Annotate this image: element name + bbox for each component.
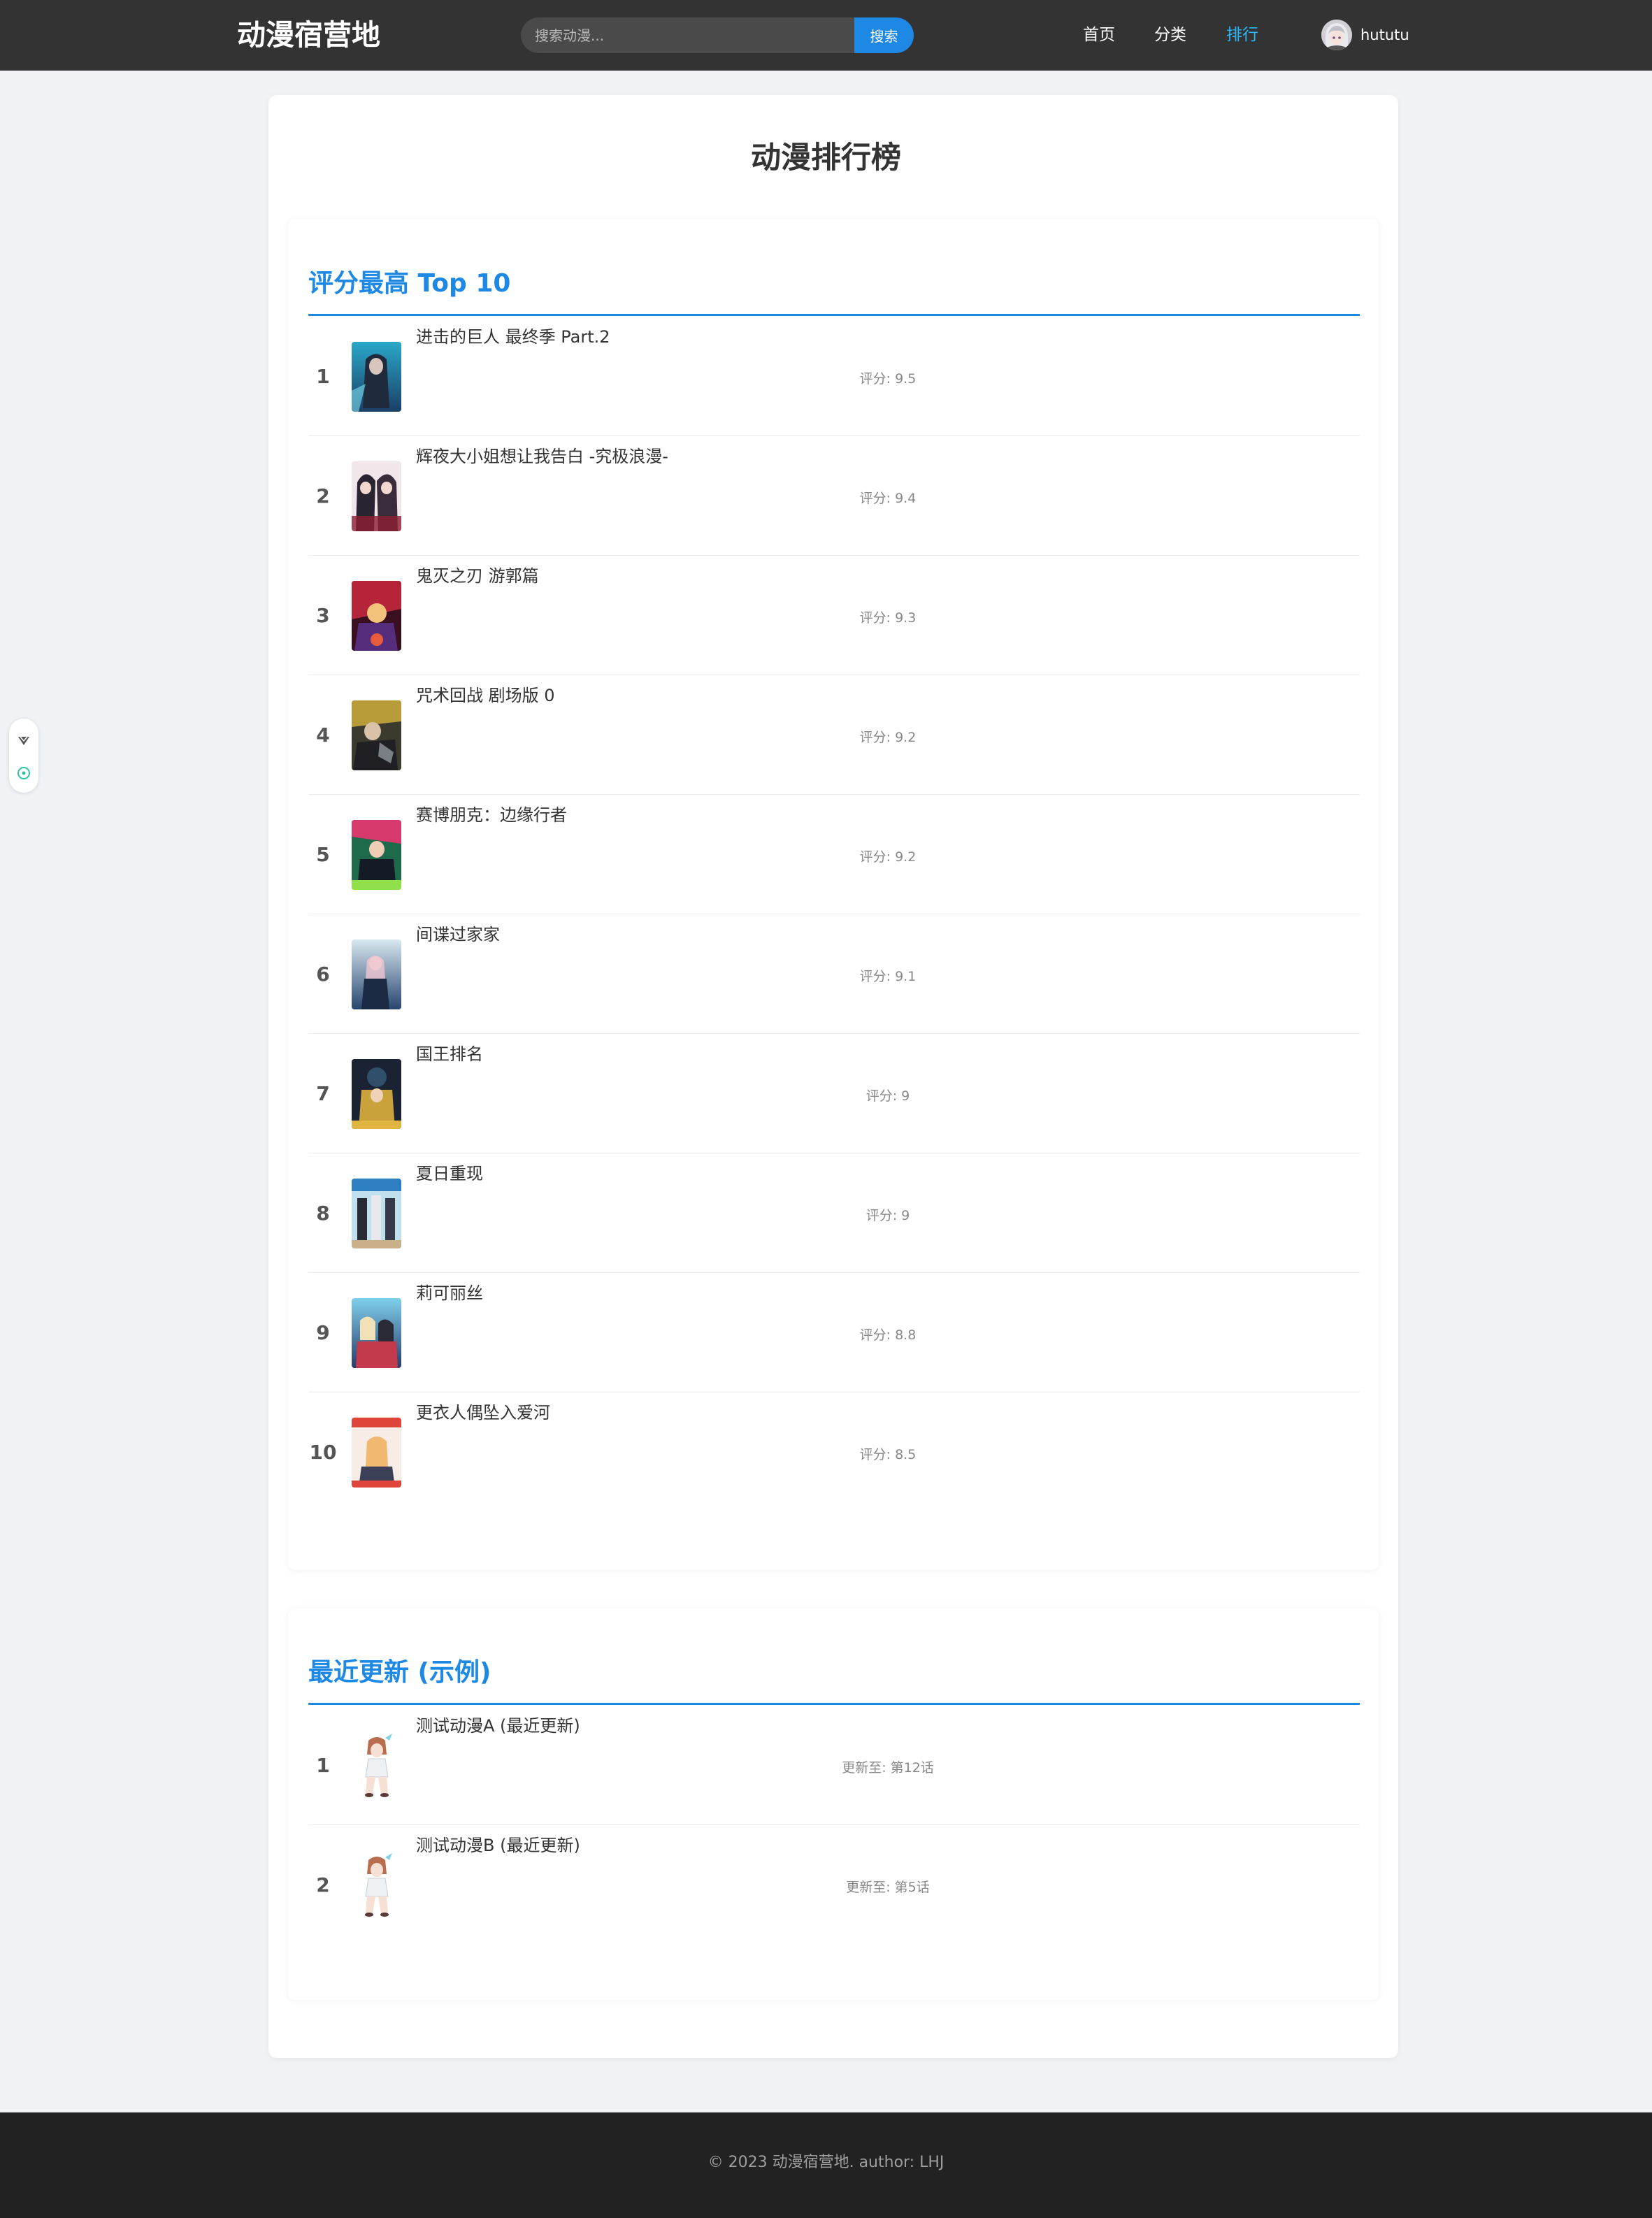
anime-title[interactable]: 测试动漫A (最近更新): [416, 1714, 580, 1738]
rank-number: 3: [316, 604, 330, 627]
rank-number: 1: [316, 1754, 330, 1777]
target-icon[interactable]: [17, 767, 30, 779]
site-logo[interactable]: 动漫宿营地: [237, 15, 380, 55]
ranking-row[interactable]: 3 鬼灭之刃 游郭篇 评分: 9.3: [308, 556, 1360, 675]
poster-thumbnail[interactable]: [352, 342, 401, 412]
ranking-row[interactable]: 5 赛博朋克：边缘行者 评分: 9.2: [308, 795, 1360, 914]
anime-score: 评分: 9: [865, 1208, 910, 1223]
footer-copyright: © 2023 动漫宿营地. author: LHJ: [708, 2154, 944, 2171]
section-title: 最近更新 (示例): [308, 1658, 491, 1687]
anime-title[interactable]: 间谍过家家: [416, 923, 500, 946]
poster-thumbnail[interactable]: [352, 1418, 401, 1488]
side-widget-icons: [17, 736, 30, 779]
rank-number: 4: [316, 723, 330, 747]
update-status: 更新至: 第12话: [842, 1760, 934, 1776]
nav-ranking[interactable]: 排行: [1226, 23, 1258, 47]
ranking-row[interactable]: 8 夏日重现 评分: 9: [308, 1153, 1360, 1273]
poster-thumbnail[interactable]: [352, 1298, 401, 1368]
ranking-row[interactable]: 10 更衣人偶坠入爱河 评分: 8.5: [308, 1392, 1360, 1512]
search-input[interactable]: [521, 17, 855, 53]
anime-title[interactable]: 测试动漫B (最近更新): [416, 1834, 580, 1857]
rank-number: 7: [316, 1082, 330, 1105]
ranking-row[interactable]: 9 莉可丽丝 评分: 8.8: [308, 1273, 1360, 1392]
poster-thumbnail[interactable]: [352, 1731, 401, 1801]
poster-thumbnail[interactable]: [352, 461, 401, 531]
rank-number: 2: [316, 1873, 330, 1896]
arrow-icon[interactable]: [18, 736, 29, 745]
rank-number: 10: [309, 1441, 337, 1464]
poster-thumbnail[interactable]: [352, 1850, 401, 1920]
rank-number: 9: [316, 1321, 330, 1344]
anime-score: 评分: 9.2: [859, 849, 917, 865]
anime-score: 评分: 8.5: [859, 1447, 917, 1462]
recent-row[interactable]: 1 测试动漫A (最近更新) 更新至: 第12话: [308, 1706, 1360, 1825]
anime-score: 评分: 9.2: [859, 730, 917, 745]
anime-title[interactable]: 国王排名: [416, 1042, 483, 1066]
username[interactable]: hututu: [1360, 24, 1409, 46]
poster-thumbnail[interactable]: [352, 700, 401, 770]
section-title: 评分最高 Top 10: [308, 269, 511, 298]
nav-home[interactable]: 首页: [1083, 23, 1115, 47]
page-title: 动漫排行榜: [751, 141, 901, 175]
user-avatar[interactable]: [1321, 20, 1352, 50]
nav-category[interactable]: 分类: [1154, 23, 1186, 47]
anime-score: 评分: 8.8: [859, 1327, 917, 1343]
anime-title[interactable]: 赛博朋克：边缘行者: [416, 803, 567, 827]
rank-number: 8: [316, 1202, 330, 1225]
top-navbar: 动漫宿营地 搜索 首页 分类 排行 hututu: [0, 0, 1652, 71]
ranking-row[interactable]: 4 咒术回战 剧场版 0 评分: 9.2: [308, 675, 1360, 795]
poster-thumbnail[interactable]: [352, 1179, 401, 1248]
anime-title[interactable]: 进击的巨人 最终季 Part.2: [416, 325, 610, 349]
anime-title[interactable]: 莉可丽丝: [416, 1281, 483, 1305]
top-rated-section: 评分最高 Top 10 1 进击的巨人 最终季 Part.2 评分: 9.5 2…: [288, 219, 1379, 1570]
ranking-row[interactable]: 6 间谍过家家 评分: 9.1: [308, 914, 1360, 1034]
ranking-row[interactable]: 7 国王排名 评分: 9: [308, 1034, 1360, 1153]
search-bar: 搜索: [521, 17, 914, 53]
anime-score: 评分: 9.1: [859, 969, 917, 984]
update-status: 更新至: 第5话: [846, 1880, 930, 1895]
anime-title[interactable]: 辉夜大小姐想让我告白 -究极浪漫-: [416, 445, 668, 468]
anime-score: 评分: 9: [865, 1088, 910, 1104]
ranking-row[interactable]: 1 进击的巨人 最终季 Part.2 评分: 9.5: [308, 317, 1360, 436]
anime-title[interactable]: 咒术回战 剧场版 0: [416, 684, 555, 707]
search-button[interactable]: 搜索: [854, 17, 914, 53]
anime-score: 评分: 9.5: [859, 371, 917, 387]
anime-score: 评分: 9.4: [859, 491, 917, 506]
rank-number: 2: [316, 484, 330, 507]
recent-updates-section: 最近更新 (示例) 1 测试动漫A (最近更新) 更新至: 第12话 2 测试动…: [288, 1608, 1379, 2000]
poster-thumbnail[interactable]: [352, 820, 401, 890]
anime-title[interactable]: 鬼灭之刃 游郭篇: [416, 564, 539, 588]
poster-thumbnail[interactable]: [352, 1059, 401, 1129]
section-divider: [308, 1703, 1360, 1705]
avatar-image: [1321, 20, 1352, 50]
ranking-row[interactable]: 2 辉夜大小姐想让我告白 -究极浪漫- 评分: 9.4: [308, 436, 1360, 556]
poster-thumbnail[interactable]: [352, 939, 401, 1009]
poster-thumbnail[interactable]: [352, 581, 401, 651]
section-divider: [308, 314, 1360, 316]
rank-number: 1: [316, 365, 330, 388]
rank-number: 5: [316, 843, 330, 866]
rank-number: 6: [316, 963, 330, 986]
anime-title[interactable]: 夏日重现: [416, 1162, 483, 1186]
recent-row[interactable]: 2 测试动漫B (最近更新) 更新至: 第5话: [308, 1825, 1360, 1945]
anime-title[interactable]: 更衣人偶坠入爱河: [416, 1401, 550, 1425]
page-footer: © 2023 动漫宿营地. author: LHJ: [0, 2112, 1652, 2218]
side-tool-widget: [9, 719, 38, 793]
anime-score: 评分: 9.3: [859, 610, 917, 626]
